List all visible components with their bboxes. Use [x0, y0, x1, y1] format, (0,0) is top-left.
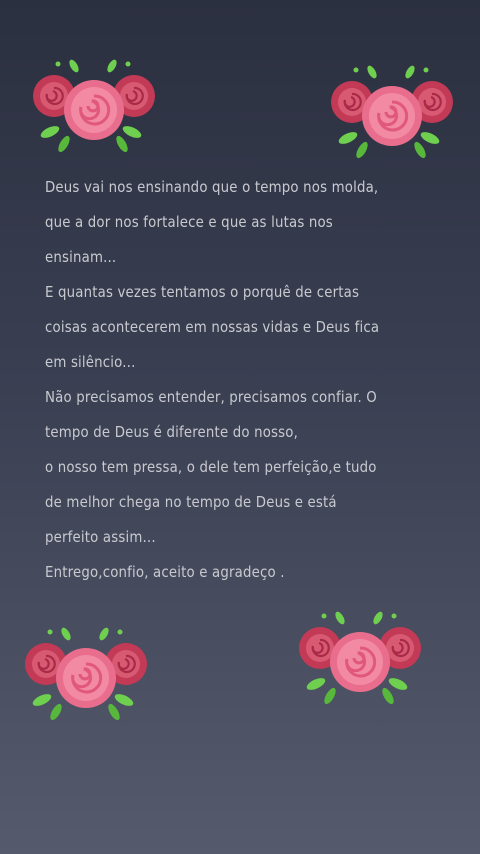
rose-bouquet-icon: [296, 610, 426, 710]
background: Deus vai nos ensinando que o tempo nos m…: [0, 0, 480, 854]
poem-line: Entrego,confio, aceito e agradeço .: [45, 563, 285, 581]
poem-line: Não precisamos entender, precisamos conf…: [45, 388, 377, 406]
rose-bouquet-icon: [328, 64, 458, 164]
poem-line: em silêncio...: [45, 353, 136, 371]
poem-line: ensinam...: [45, 248, 117, 266]
poem-line: E quantas vezes tentamos o porquê de cer…: [45, 283, 360, 301]
poem-line: que a dor nos fortalece e que as lutas n…: [45, 213, 333, 231]
poem-line: perfeito assim...: [45, 528, 156, 546]
rose-bouquet-icon: [22, 626, 152, 726]
poem-line: tempo de Deus é diferente do nosso,: [45, 423, 299, 441]
poem-line: de melhor chega no tempo de Deus e está: [45, 493, 337, 511]
poem-text: Deus vai nos ensinando que o tempo nos m…: [45, 170, 423, 590]
poem-line: o nosso tem pressa, o dele tem perfeição…: [45, 458, 377, 476]
rose-bouquet-icon: [30, 58, 160, 158]
poem-line: Deus vai nos ensinando que o tempo nos m…: [45, 178, 379, 196]
poem-line: coisas acontecerem em nossas vidas e Deu…: [45, 318, 380, 336]
